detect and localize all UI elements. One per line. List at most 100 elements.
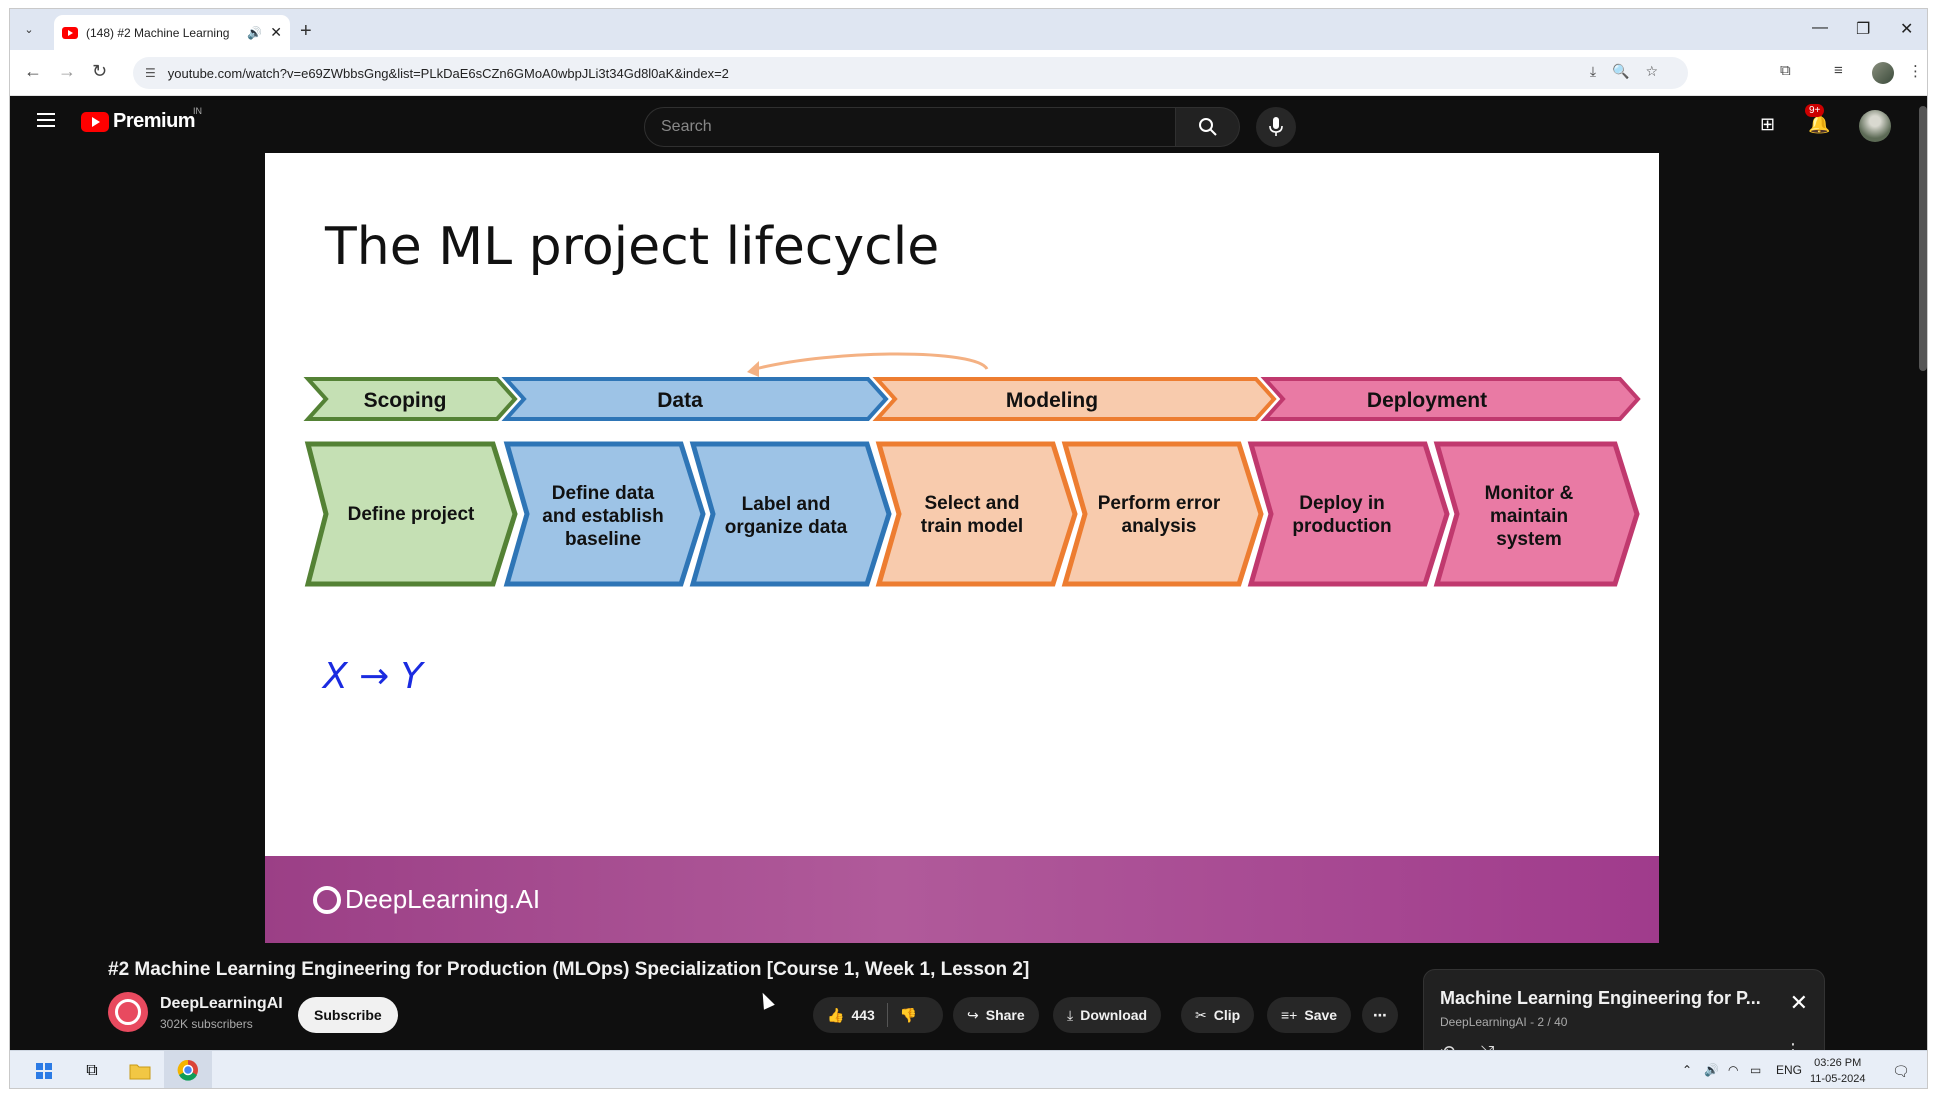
- clip-button[interactable]: ✂ Clip: [1181, 997, 1255, 1033]
- scrollbar-thumb[interactable]: [1919, 106, 1927, 371]
- clock-date: 11-05-2024: [1810, 1073, 1866, 1085]
- youtube-header: Premium IN Search ⊞ 🔔 9+: [10, 96, 1927, 153]
- download-button[interactable]: ⤓ Download: [1053, 997, 1162, 1033]
- more-actions-button[interactable]: ⋯: [1362, 997, 1398, 1033]
- browser-window: ⌄ (148) #2 Machine Learning 🔊 ✕ + — ❐ ✕ …: [9, 8, 1928, 1089]
- share-button[interactable]: ↪ Share: [953, 997, 1039, 1033]
- search-button[interactable]: [1176, 107, 1240, 147]
- youtube-favicon-icon: [62, 26, 78, 39]
- deeplearning-mark-icon: [313, 885, 341, 914]
- reload-icon[interactable]: ↻: [92, 61, 107, 82]
- action-center-icon[interactable]: 🗨: [1892, 1063, 1910, 1080]
- file-explorer-icon[interactable]: [116, 1051, 164, 1088]
- notifications-badge: 9+: [1805, 104, 1825, 117]
- handwritten-annotation: X → Y: [321, 656, 426, 697]
- video-player[interactable]: The ML project lifecycle Scoping Data Mo…: [265, 153, 1659, 943]
- step-chevron-deploy: [1247, 441, 1450, 587]
- step-text: baseline: [565, 529, 641, 550]
- country-code: IN: [193, 106, 202, 116]
- step-text: analysis: [1122, 516, 1197, 537]
- feedback-arrowhead: [747, 361, 759, 377]
- step-text: Define data: [552, 483, 655, 504]
- media-control-icon[interactable]: ≡: [1834, 62, 1843, 79]
- task-view-icon[interactable]: ⧉: [68, 1051, 116, 1088]
- extensions-icon[interactable]: ⧉: [1780, 62, 1791, 79]
- tab-title: (148) #2 Machine Learning: [86, 25, 230, 40]
- more-horizontal-icon: ⋯: [1373, 1006, 1387, 1023]
- step-text: Label and: [742, 494, 831, 515]
- like-divider: [886, 1003, 888, 1027]
- download-label: Download: [1080, 1007, 1148, 1023]
- playlist-title[interactable]: Machine Learning Engineering for P...: [1440, 988, 1761, 1009]
- tab-close-icon[interactable]: ✕: [270, 24, 282, 41]
- step-chevron-select-model: [875, 441, 1078, 587]
- minimize-icon[interactable]: —: [1812, 19, 1828, 37]
- subscribe-button[interactable]: Subscribe: [298, 997, 398, 1033]
- wifi-icon[interactable]: ◠: [1728, 1063, 1738, 1077]
- step-text: Define project: [348, 504, 475, 525]
- brand-text: DeepLearning.AI: [345, 884, 541, 914]
- step-text: Perform error: [1098, 493, 1221, 514]
- battery-icon[interactable]: ▭: [1750, 1063, 1761, 1077]
- step-text: organize data: [725, 517, 848, 538]
- subscriber-count: 302K subscribers: [160, 1017, 253, 1031]
- clock-time: 03:26 PM: [1814, 1057, 1862, 1069]
- search-icon: [1198, 118, 1217, 136]
- chrome-icon: [177, 1059, 198, 1081]
- close-icon[interactable]: ✕: [1790, 990, 1808, 1016]
- lifecycle-diagram: Scoping Data Modeling Deployment Define …: [303, 352, 1641, 697]
- tab-bar: ⌄ (148) #2 Machine Learning 🔊 ✕ + — ❐ ✕: [10, 9, 1927, 50]
- restore-icon[interactable]: ❐: [1856, 19, 1870, 39]
- windows-icon: [36, 1063, 52, 1079]
- speaker-icon[interactable]: 🔊: [247, 26, 262, 40]
- clip-label: Clip: [1213, 1007, 1241, 1023]
- channel-avatar[interactable]: [108, 992, 148, 1032]
- menu-icon[interactable]: [37, 113, 55, 127]
- chrome-taskbar-icon[interactable]: [164, 1051, 212, 1088]
- start-button[interactable]: [20, 1051, 68, 1088]
- taskbar: ⧉ ⌃ 🔊 ◠ ▭ ENG 03:26 PM 11-05-2024 🗨: [10, 1050, 1927, 1088]
- new-tab-button[interactable]: +: [300, 20, 312, 43]
- browser-tab[interactable]: (148) #2 Machine Learning 🔊 ✕: [54, 15, 290, 50]
- url-field[interactable]: ☰ youtube.com/watch?v=e69ZWbbsGng&list=P…: [133, 57, 1688, 89]
- search-input[interactable]: Search: [644, 107, 1176, 147]
- voice-search-button[interactable]: [1256, 107, 1296, 147]
- step-text: Select and: [924, 493, 1019, 514]
- share-icon: ↪: [967, 1006, 979, 1023]
- omnibox-tools-icons[interactable]: ⤓🔍☆: [1590, 63, 1674, 80]
- stage-label: Deployment: [1367, 389, 1487, 412]
- dislike-icon[interactable]: 👎: [900, 1007, 917, 1024]
- step-text: Deploy in: [1299, 493, 1385, 514]
- page-scrollbar[interactable]: [1916, 96, 1927, 1056]
- profile-avatar[interactable]: [1872, 62, 1894, 84]
- tab-search-icon[interactable]: ⌄: [18, 18, 40, 40]
- like-icon[interactable]: 👍: [827, 1007, 844, 1024]
- close-window-icon[interactable]: ✕: [1900, 19, 1913, 39]
- step-chevron-error-analysis: [1061, 441, 1264, 587]
- logo-text: Premium: [113, 110, 196, 132]
- notifications-icon[interactable]: 🔔: [1808, 114, 1830, 135]
- step-text: system: [1496, 529, 1562, 550]
- youtube-play-icon: [81, 111, 109, 132]
- volume-icon[interactable]: 🔊: [1704, 1063, 1719, 1077]
- save-button[interactable]: ≡+ Save: [1267, 997, 1352, 1033]
- youtube-logo[interactable]: Premium IN: [81, 106, 202, 133]
- clock[interactable]: 03:26 PM 11-05-2024: [1810, 1055, 1865, 1087]
- channel-name[interactable]: DeepLearningAI: [160, 995, 283, 1013]
- create-video-icon[interactable]: ⊞: [1760, 114, 1775, 135]
- mouse-cursor: [757, 990, 775, 1010]
- site-info-icon[interactable]: ☰: [145, 66, 156, 80]
- language-indicator[interactable]: ENG: [1776, 1063, 1802, 1077]
- url-text: youtube.com/watch?v=e69ZWbbsGng&list=PLk…: [167, 65, 729, 81]
- save-label: Save: [1304, 1007, 1338, 1023]
- like-count[interactable]: 443: [851, 1007, 874, 1023]
- account-avatar[interactable]: [1859, 110, 1891, 142]
- tray-overflow-icon[interactable]: ⌃: [1682, 1063, 1692, 1077]
- chrome-menu-icon[interactable]: ⋮: [1908, 62, 1923, 80]
- forward-icon[interactable]: →: [58, 61, 76, 82]
- download-icon: ⤓: [1067, 1006, 1074, 1023]
- microphone-icon: [1269, 117, 1283, 136]
- slide-footer: DeepLearning.AI: [265, 856, 1659, 943]
- back-icon[interactable]: ←: [24, 61, 42, 82]
- deeplearning-logo: DeepLearning.AI: [313, 884, 540, 915]
